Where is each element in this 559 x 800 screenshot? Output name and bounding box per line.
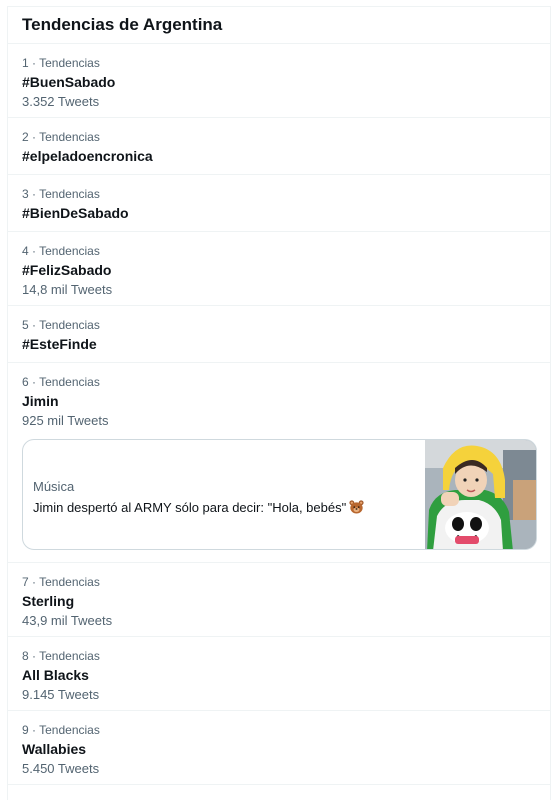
trend-item-5[interactable]: 5 · Tendencias #EsteFinde xyxy=(8,306,550,363)
trend-name: #BuenSabado xyxy=(22,74,116,90)
trend-item-3[interactable]: 3 · Tendencias #BienDeSabado xyxy=(8,175,550,232)
news-card-text: Música Jimin despertó al ARMY sólo para … xyxy=(33,479,428,516)
trend-count: 14,8 mil Tweets xyxy=(22,282,113,297)
trend-item-1[interactable]: 1 · Tendencias #BuenSabado 3.352 Tweets xyxy=(8,44,550,118)
jimin-photo-thumbnail xyxy=(425,440,536,549)
trend-meta: 6 · Tendencias xyxy=(22,375,100,389)
trend-item-6[interactable]: 6 · Tendencias Jimin 925 mil Tweets Músi… xyxy=(8,363,550,563)
news-card-headline: Jimin despertó al ARMY sólo para decir: … xyxy=(33,500,347,515)
trend-name: Sterling xyxy=(22,593,75,609)
trend-count: 9.145 Tweets xyxy=(22,687,100,702)
photo-illustration xyxy=(425,440,536,549)
trend-count: 925 mil Tweets xyxy=(22,413,109,428)
trends-panel: Tendencias de Argentina 1 · Tendencias #… xyxy=(7,6,551,800)
trend-count: 43,9 mil Tweets xyxy=(22,613,113,628)
bear-face-icon xyxy=(349,500,364,514)
trend-item-9[interactable]: 9 · Tendencias Wallabies 5.450 Tweets xyxy=(8,711,550,785)
trend-item-8[interactable]: 8 · Tendencias All Blacks 9.145 Tweets xyxy=(8,637,550,711)
trend-meta: 5 · Tendencias xyxy=(22,318,100,332)
trend-count: 5.450 Tweets xyxy=(22,761,100,776)
page-title: Tendencias de Argentina xyxy=(22,15,223,34)
trend-meta: 2 · Tendencias xyxy=(22,130,100,144)
trend-meta: 3 · Tendencias xyxy=(22,187,100,201)
trend-count: 3.352 Tweets xyxy=(22,94,100,109)
trend-name: Jimin xyxy=(22,393,59,409)
trend-name: #FelizSabado xyxy=(22,262,112,278)
trend-name: #elpeladoencronica xyxy=(22,148,153,164)
trends-header: Tendencias de Argentina xyxy=(8,7,550,44)
trend-name: #BienDeSabado xyxy=(22,205,129,221)
trend-meta: 4 · Tendencias xyxy=(22,244,100,258)
trend-meta: 9 · Tendencias xyxy=(22,723,100,737)
trend-name: Wallabies xyxy=(22,741,87,757)
trend-name: All Blacks xyxy=(22,667,89,683)
trend-meta: 1 · Tendencias xyxy=(22,56,100,70)
trend-meta: 7 · Tendencias xyxy=(22,575,100,589)
news-card-headline-row: Jimin despertó al ARMY sólo para decir: … xyxy=(33,499,428,516)
news-card-category: Música xyxy=(33,479,75,494)
trend-item-7[interactable]: 7 · Tendencias Sterling 43,9 mil Tweets xyxy=(8,563,550,637)
trend-item-2[interactable]: 2 · Tendencias #elpeladoencronica xyxy=(8,118,550,175)
trend-item-4[interactable]: 4 · Tendencias #FelizSabado 14,8 mil Twe… xyxy=(8,232,550,306)
trend-meta: 8 · Tendencias xyxy=(22,649,100,663)
news-card[interactable]: Música Jimin despertó al ARMY sólo para … xyxy=(22,439,537,550)
trend-name: #EsteFinde xyxy=(22,336,97,352)
